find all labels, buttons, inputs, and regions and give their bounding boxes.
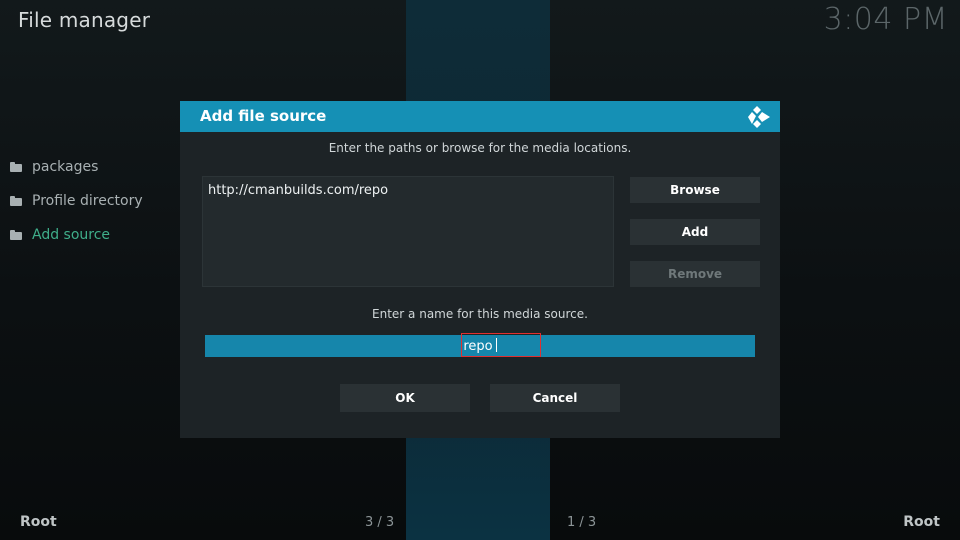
browse-button[interactable]: Browse [630, 177, 760, 203]
folder-icon [10, 162, 22, 172]
list-item-label: Add source [32, 227, 111, 243]
dialog-header: Add file source [180, 101, 780, 132]
list-item-packages[interactable]: packages [10, 150, 180, 184]
folder-icon [10, 196, 22, 206]
add-button[interactable]: Add [630, 219, 760, 245]
cancel-button[interactable]: Cancel [490, 384, 620, 412]
media-source-name-input[interactable]: repo [205, 333, 755, 357]
name-value: repo [463, 339, 493, 354]
file-manager-screen: File manager 3:04 PM packages Profile di… [0, 0, 960, 540]
remove-button[interactable]: Remove [630, 261, 760, 287]
name-value-container: repo [205, 338, 755, 354]
paths-instruction: Enter the paths or browse for the media … [328, 141, 632, 155]
dialog-title: Add file source [200, 107, 327, 125]
source-list: packages Profile directory Add source [10, 150, 180, 252]
name-instruction: Enter a name for this media source. [372, 307, 588, 321]
text-caret [495, 338, 497, 352]
clock: 3:04 PM [823, 2, 948, 37]
paths-list[interactable]: http://cmanbuilds.com/repo [202, 176, 614, 287]
footer-left-count: 3 / 3 [365, 515, 395, 530]
footer-right-label: Root [903, 514, 940, 530]
path-item[interactable]: http://cmanbuilds.com/repo [208, 183, 388, 198]
footer-left-label: Root [20, 514, 57, 530]
list-item-label: packages [32, 159, 99, 175]
list-item-label: Profile directory [32, 193, 143, 209]
list-item-profile-directory[interactable]: Profile directory [10, 184, 180, 218]
kodi-logo-icon [748, 106, 770, 128]
list-item-add-source[interactable]: Add source [10, 218, 180, 252]
footer-right-count: 1 / 3 [567, 515, 597, 530]
page-title: File manager [18, 8, 151, 32]
folder-icon [10, 230, 22, 240]
add-file-source-dialog: Add file source Enter the paths or brows… [180, 101, 780, 438]
ok-button[interactable]: OK [340, 384, 470, 412]
